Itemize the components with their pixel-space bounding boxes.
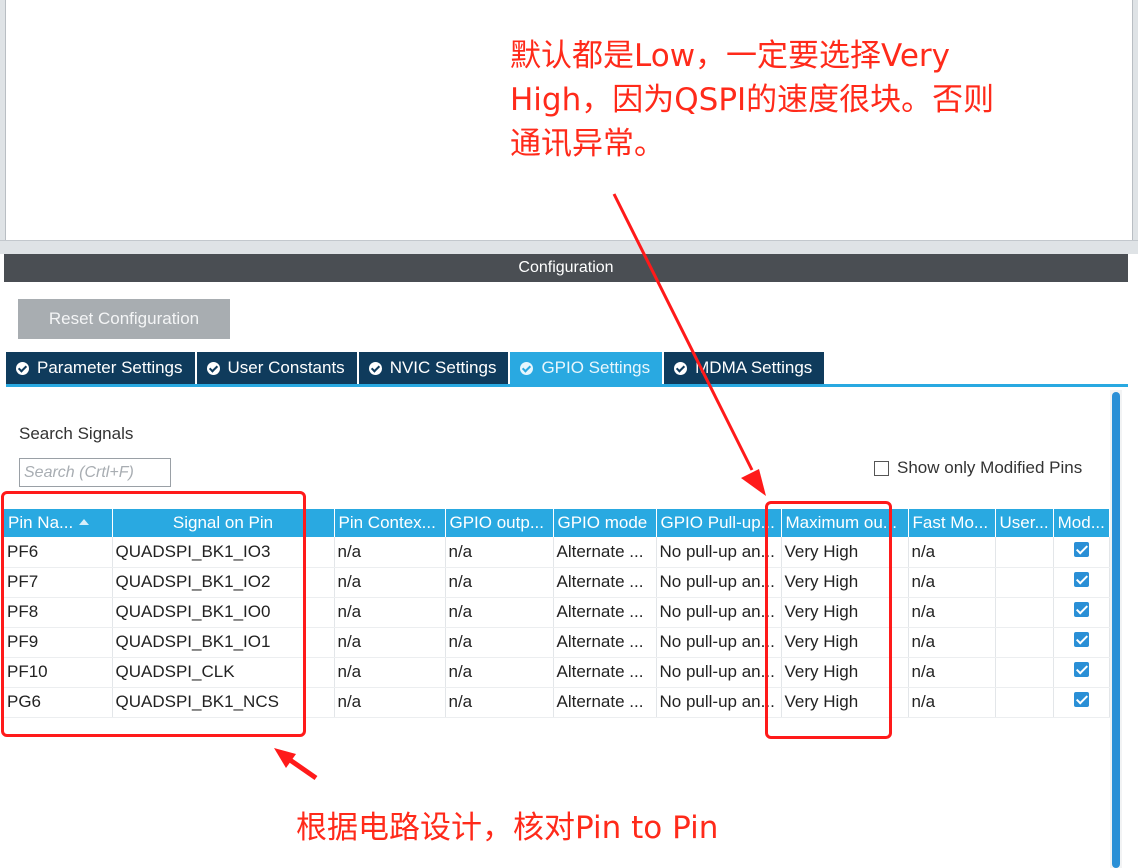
cell-gpio-mode: Alternate ... [553, 567, 657, 598]
panel-splitter[interactable] [0, 240, 1138, 254]
cell-pin-context: n/a [334, 537, 446, 568]
cell-fast-mode: n/a [908, 537, 996, 568]
cell-gpio-pull: No pull-up an... [656, 627, 782, 658]
search-signals-input[interactable] [19, 458, 171, 487]
cell-gpio-mode: Alternate ... [553, 597, 657, 628]
cell-gpio-output: n/a [445, 597, 554, 628]
cell-fast-mode: n/a [908, 567, 996, 598]
cell-modified[interactable] [1053, 627, 1110, 658]
cell-pin-context: n/a [334, 627, 446, 658]
cell-pin-context: n/a [334, 597, 446, 628]
show-modified-label: Show only Modified Pins [897, 458, 1083, 477]
cell-user-label [995, 537, 1054, 568]
cell-gpio-mode: Alternate ... [553, 627, 657, 658]
column-header-gpio-output[interactable]: GPIO outp... [445, 509, 554, 537]
annotation-line: High，因为QSPI的速度很块。否则 [510, 82, 995, 118]
cell-gpio-output: n/a [445, 567, 554, 598]
settings-tab-bar: Parameter Settings User Constants NVIC S… [6, 352, 826, 384]
show-modified-checkbox[interactable] [874, 460, 889, 476]
cell-fast-mode: n/a [908, 657, 996, 688]
cell-gpio-output: n/a [445, 627, 554, 658]
highlight-box-pins [1, 491, 306, 737]
column-header-gpio-mode[interactable]: GPIO mode [553, 509, 657, 537]
cell-gpio-pull: No pull-up an... [656, 687, 782, 718]
annotation-line: 默认都是Low，一定要选择Very [510, 38, 951, 74]
column-header-user-label[interactable]: User... [995, 509, 1054, 537]
modified-checkbox-icon[interactable] [1073, 692, 1089, 707]
check-circle-icon [674, 361, 688, 375]
configuration-header: Configuration [4, 254, 1128, 282]
tab-label: User Constants [227, 358, 345, 377]
cell-gpio-output: n/a [445, 537, 554, 568]
tab-gpio-settings[interactable]: GPIO Settings [510, 352, 663, 384]
cell-user-label [995, 687, 1054, 718]
tab-parameter-settings[interactable]: Parameter Settings [6, 352, 195, 384]
tab-mdma-settings[interactable]: MDMA Settings [664, 352, 825, 384]
cell-gpio-mode: Alternate ... [553, 687, 657, 718]
tab-label: NVIC Settings [389, 358, 497, 377]
cell-user-label [995, 567, 1054, 598]
cell-pin-context: n/a [334, 567, 446, 598]
tab-user-constants[interactable]: User Constants [196, 352, 357, 384]
tab-label: MDMA Settings [695, 358, 813, 377]
tab-label: Parameter Settings [37, 358, 183, 377]
cell-modified[interactable] [1053, 597, 1110, 628]
reset-configuration-button[interactable]: Reset Configuration [18, 299, 230, 339]
cell-gpio-pull: No pull-up an... [656, 597, 782, 628]
modified-checkbox-icon[interactable] [1073, 662, 1089, 677]
modified-checkbox-icon[interactable] [1073, 602, 1089, 617]
cell-gpio-pull: No pull-up an... [656, 537, 782, 568]
cell-fast-mode: n/a [908, 627, 996, 658]
column-header-modified[interactable]: Mod... [1053, 509, 1110, 537]
tab-label: GPIO Settings [541, 358, 651, 377]
window-frame-right [1132, 0, 1138, 246]
cell-gpio-mode: Alternate ... [553, 657, 657, 688]
modified-checkbox-icon[interactable] [1073, 541, 1089, 557]
cell-gpio-pull: No pull-up an... [656, 567, 782, 598]
column-header-fast-mode[interactable]: Fast Mo... [908, 509, 996, 537]
cell-gpio-pull: No pull-up an... [656, 657, 782, 688]
cell-modified[interactable] [1053, 687, 1110, 718]
search-signals-label: Search Signals [19, 424, 134, 443]
check-circle-icon [16, 361, 29, 375]
cell-modified[interactable] [1053, 567, 1110, 598]
tab-underline [6, 384, 1128, 387]
cell-modified[interactable] [1053, 657, 1110, 688]
check-circle-icon [520, 361, 534, 375]
highlight-box-speed [765, 501, 892, 739]
cell-gpio-output: n/a [445, 687, 554, 718]
show-modified-pins-toggle[interactable]: Show only Modified Pins [874, 458, 1082, 478]
cell-pin-context: n/a [334, 687, 446, 718]
cell-gpio-output: n/a [445, 657, 554, 688]
cell-modified[interactable] [1053, 537, 1110, 568]
modified-checkbox-icon[interactable] [1073, 632, 1089, 647]
check-circle-icon [206, 361, 220, 375]
check-circle-icon [368, 361, 382, 375]
cell-gpio-mode: Alternate ... [553, 537, 657, 568]
modified-checkbox-icon[interactable] [1073, 572, 1089, 587]
scrollbar-thumb[interactable] [1112, 392, 1120, 868]
cell-fast-mode: n/a [908, 687, 996, 718]
cell-fast-mode: n/a [908, 597, 996, 628]
cell-pin-context: n/a [334, 657, 446, 688]
column-header-pin-context[interactable]: Pin Contex... [334, 509, 446, 537]
cell-user-label [995, 627, 1054, 658]
tab-nvic-settings[interactable]: NVIC Settings [358, 352, 509, 384]
cell-user-label [995, 657, 1054, 688]
annotation-line: 通讯异常。 [510, 126, 665, 162]
annotation-pin-check-note: 根据电路设计，核对Pin to Pin [296, 810, 719, 846]
annotation-speed-note: 默认都是Low，一定要选择Very High，因为QSPI的速度很块。否则 通讯… [510, 34, 1120, 166]
column-header-gpio-pull[interactable]: GPIO Pull-up... [656, 509, 782, 537]
cell-user-label [995, 597, 1054, 628]
